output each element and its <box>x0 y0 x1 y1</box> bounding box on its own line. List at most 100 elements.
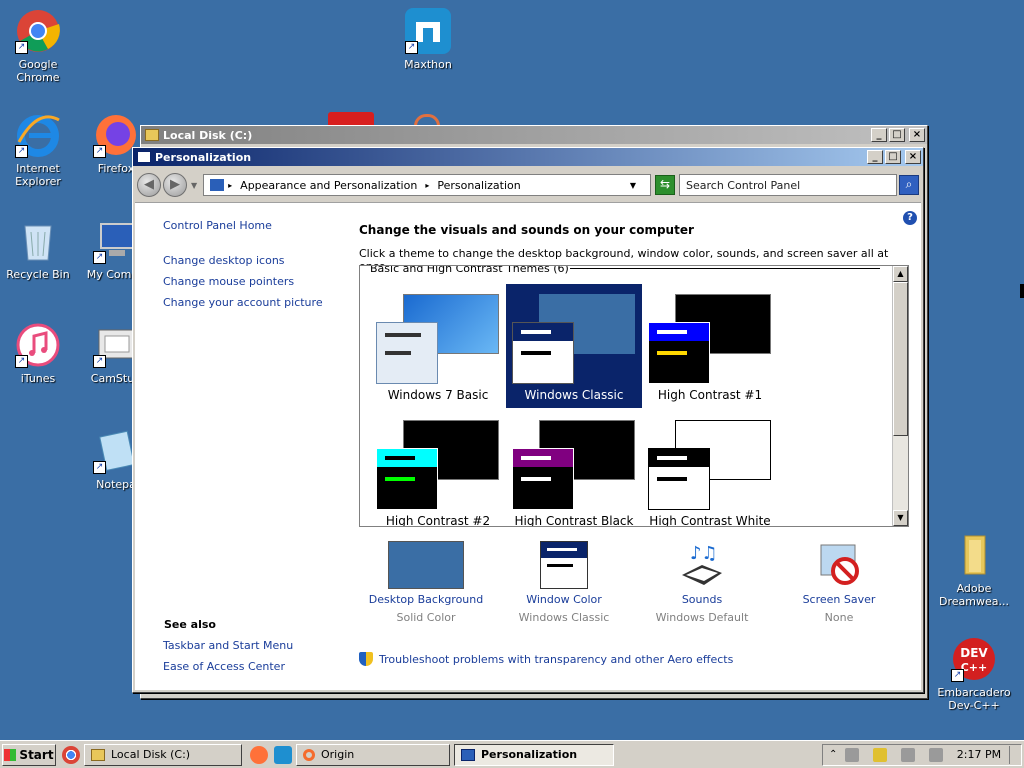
shortcut-arrow-icon: ↗ <box>93 145 106 158</box>
screen-saver-item[interactable]: Screen Saver None <box>779 541 899 624</box>
screen-saver-link[interactable]: Screen Saver <box>779 593 899 606</box>
history-dropdown-icon[interactable]: ▼ <box>191 181 197 190</box>
desktop-icon-devcpp[interactable]: DEV C++ ↗ Embarcadero Dev-C++ <box>934 636 1014 712</box>
sounds-link[interactable]: Sounds <box>642 593 762 606</box>
scroll-down-button[interactable]: ▼ <box>893 510 908 526</box>
ease-of-access-link[interactable]: Ease of Access Center <box>163 660 285 673</box>
shortcut-arrow-icon: ↗ <box>15 355 28 368</box>
svg-text:C++: C++ <box>961 661 988 674</box>
breadcrumb[interactable]: ▸ Appearance and Personalization ▸ Perso… <box>203 174 651 196</box>
change-account-picture-link[interactable]: Change your account picture <box>163 296 323 309</box>
page-heading: Change the visuals and sounds on your co… <box>359 223 694 237</box>
desktop-icon-itunes[interactable]: ↗ iTunes <box>0 322 78 385</box>
folder-icon <box>951 532 997 578</box>
svg-text:DEV: DEV <box>960 646 988 660</box>
minimize-button[interactable]: _ <box>867 150 883 164</box>
troubleshoot-row[interactable]: Troubleshoot problems with transparency … <box>359 652 733 666</box>
action-center-flag-icon[interactable] <box>873 747 888 762</box>
address-dropdown-icon[interactable]: ▼ <box>630 181 636 190</box>
window-color-link[interactable]: Window Color <box>504 593 624 606</box>
scroll-up-button[interactable]: ▲ <box>893 266 908 282</box>
shortcut-arrow-icon: ↗ <box>15 145 28 158</box>
partial-icon <box>328 112 374 126</box>
desktop-icon-recycle-bin[interactable]: Recycle Bin <box>0 218 78 281</box>
desktop-icon-chrome[interactable]: ↗ Google Chrome <box>0 8 78 84</box>
maximize-button[interactable]: □ <box>889 128 905 142</box>
themes-list[interactable]: Basic and High Contrast Themes (6) Windo… <box>359 265 909 527</box>
origin-icon <box>303 748 315 761</box>
window-color-value: Windows Classic <box>518 611 610 624</box>
control-panel-icon <box>137 151 151 163</box>
taskbar-origin[interactable]: Origin <box>296 743 450 766</box>
desktop-icon-dreamweaver[interactable]: Adobe Dreamwea... <box>934 532 1014 608</box>
personalization-titlebar[interactable]: Personalization _ □ × <box>133 148 923 166</box>
sounds-icon: ♪♫ <box>678 541 726 589</box>
local-disk-titlebar[interactable]: Local Disk (C:) _ □ × <box>141 126 927 144</box>
theme-windows-7-basic[interactable]: Windows 7 Basic <box>370 284 506 408</box>
theme-high-contrast-black[interactable]: High Contrast Black <box>506 410 642 526</box>
themes-scrollbar[interactable]: ▲ ▼ <box>892 266 908 526</box>
maximize-button[interactable]: □ <box>885 150 901 164</box>
theme-group-title: Basic and High Contrast Themes (6) <box>366 266 573 275</box>
devcpp-icon: DEV C++ ↗ <box>951 636 997 682</box>
close-button[interactable]: × <box>909 128 925 142</box>
tray-expand-icon[interactable]: ⌃ <box>829 749 837 760</box>
forward-button[interactable]: ▶ <box>163 173 187 197</box>
change-mouse-pointers-link[interactable]: Change mouse pointers <box>163 275 294 288</box>
breadcrumb-appearance[interactable]: Appearance and Personalization <box>240 179 417 192</box>
minimize-button[interactable]: _ <box>871 128 887 142</box>
address-bar-row: ◀ ▶ ▼ ▸ Appearance and Personalization ▸… <box>137 170 919 200</box>
theme-high-contrast-1[interactable]: High Contrast #1 <box>642 284 778 408</box>
search-icon[interactable]: ⌕ <box>899 175 919 195</box>
control-panel-home-link[interactable]: Control Panel Home <box>163 219 272 232</box>
theme-high-contrast-white[interactable]: High Contrast White <box>642 410 778 526</box>
screen-saver-value: None <box>824 611 854 624</box>
mouse-cursor-icon <box>1020 284 1024 298</box>
svg-text:♪♫: ♪♫ <box>690 543 718 564</box>
itunes-icon: ↗ <box>15 322 61 368</box>
desktop-background-item[interactable]: Desktop Background Solid Color <box>366 541 486 624</box>
firefox-quicklaunch-icon[interactable] <box>250 745 268 764</box>
maxthon-icon: ↗ <box>405 8 451 54</box>
search-input[interactable]: Search Control Panel <box>679 174 897 196</box>
close-button[interactable]: × <box>905 150 921 164</box>
desktop-icon-ie[interactable]: ↗ Internet Explorer <box>0 112 78 188</box>
shortcut-arrow-icon: ↗ <box>405 41 418 54</box>
desktop-background-swatch <box>388 541 464 589</box>
breadcrumb-personalization[interactable]: Personalization <box>437 179 520 192</box>
volume-icon[interactable] <box>928 747 943 762</box>
taskbar: Start Local Disk (C:) Origin Personaliza… <box>0 740 1024 768</box>
local-disk-title: Local Disk (C:) <box>163 128 253 142</box>
window-color-icon <box>540 541 588 589</box>
desktop-background-link[interactable]: Desktop Background <box>366 593 486 606</box>
help-icon[interactable]: ? <box>903 211 917 225</box>
clock[interactable]: 2:17 PM <box>957 748 1001 761</box>
theme-high-contrast-2[interactable]: High Contrast #2 <box>370 410 506 526</box>
desktop-background-value: Solid Color <box>396 611 456 624</box>
taskbar-local-disk[interactable]: Local Disk (C:) <box>84 743 242 766</box>
scroll-thumb[interactable] <box>893 282 908 436</box>
content-area: Control Panel Home Change desktop icons … <box>135 202 921 690</box>
sounds-value: Windows Default <box>655 611 749 624</box>
windows-logo-icon <box>4 748 17 761</box>
folder-icon <box>91 748 105 761</box>
tray-app-icon[interactable] <box>845 747 860 762</box>
network-icon[interactable] <box>901 747 916 762</box>
maxthon-quicklaunch-icon[interactable] <box>274 745 292 764</box>
shortcut-arrow-icon: ↗ <box>93 461 106 474</box>
show-desktop-button[interactable] <box>1008 745 1015 764</box>
desktop-icon-maxthon[interactable]: ↗ Maxthon <box>388 8 468 71</box>
theme-windows-classic[interactable]: Windows Classic <box>506 284 642 408</box>
back-button[interactable]: ◀ <box>137 173 161 197</box>
change-desktop-icons-link[interactable]: Change desktop icons <box>163 254 285 267</box>
taskbar-personalization[interactable]: Personalization <box>454 743 614 766</box>
taskbar-start-menu-link[interactable]: Taskbar and Start Menu <box>163 639 293 652</box>
window-color-item[interactable]: Window Color Windows Classic <box>504 541 624 624</box>
troubleshoot-link[interactable]: Troubleshoot problems with transparency … <box>379 653 733 666</box>
refresh-button[interactable]: ⇆ <box>655 175 675 195</box>
start-button[interactable]: Start <box>2 743 56 766</box>
chrome-quicklaunch-icon[interactable] <box>62 745 80 764</box>
shortcut-arrow-icon: ↗ <box>15 41 28 54</box>
personalization-window[interactable]: Personalization _ □ × ◀ ▶ ▼ ▸ Appearance… <box>132 147 924 693</box>
sounds-item[interactable]: ♪♫ Sounds Windows Default <box>642 541 762 624</box>
